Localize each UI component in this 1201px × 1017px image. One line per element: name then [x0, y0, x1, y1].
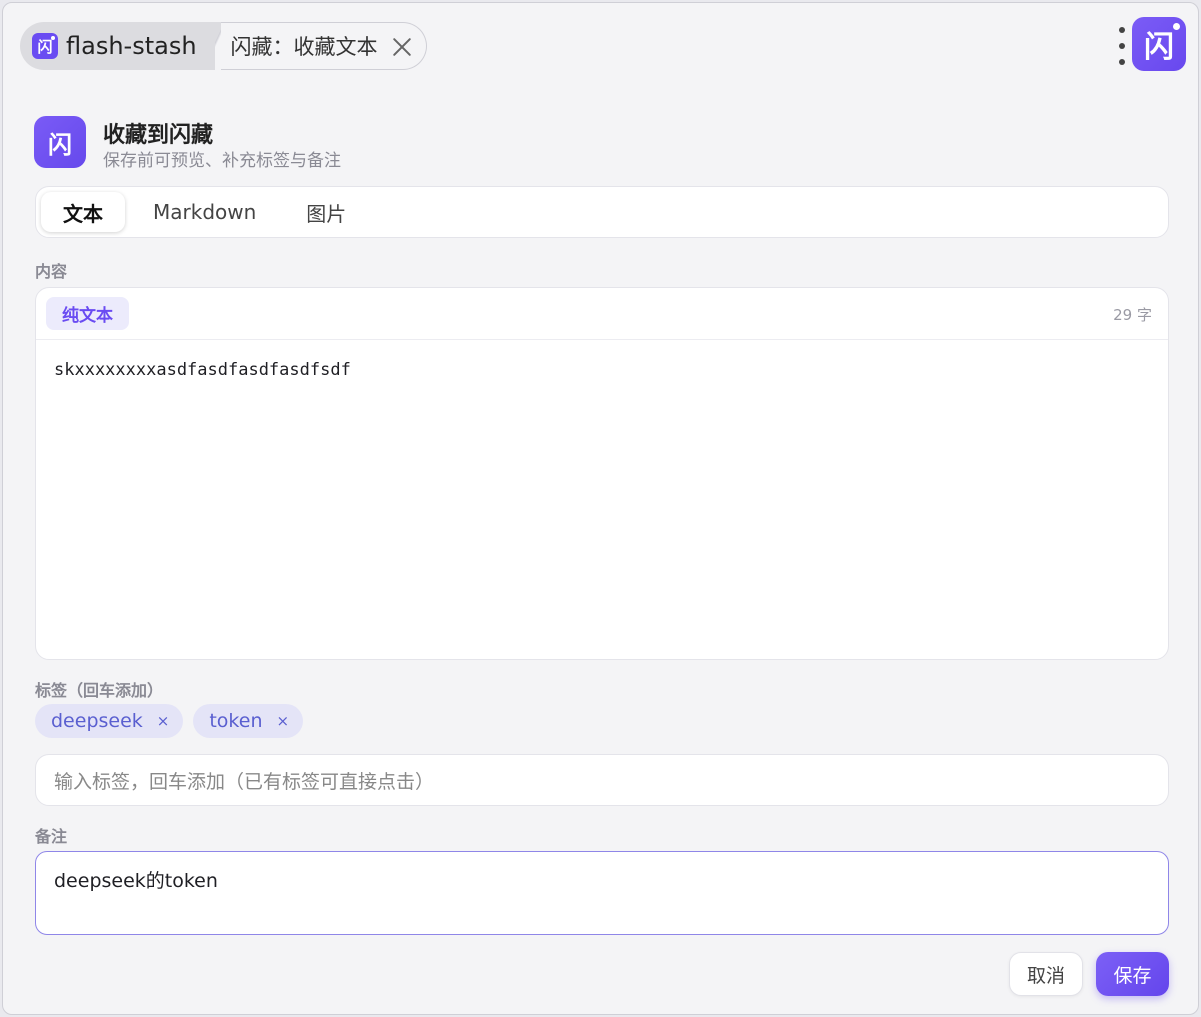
content-text[interactable]: skxxxxxxxxasdfasdfasdfasdfsdf	[54, 360, 351, 380]
tab-markdown[interactable]: Markdown	[131, 192, 278, 232]
content-label: 内容	[35, 262, 68, 281]
content-preview-card: 纯文本 29 字 skxxxxxxxxasdfasdfasdfasdfsdf	[35, 287, 1169, 660]
page-subtitle: 保存前可预览、补充标签与备注	[103, 151, 341, 171]
remove-tag-icon[interactable]: ×	[157, 712, 170, 730]
page-tab-label: 闪藏：收藏文本	[230, 35, 378, 59]
tag-chip[interactable]: token ×	[193, 704, 304, 738]
tags-label: 标签（回车添加）	[35, 681, 164, 700]
tag-label: token	[209, 710, 263, 732]
tag-label: deepseek	[51, 710, 143, 732]
app-badge-icon[interactable]: 闪	[1132, 17, 1186, 71]
more-vertical-icon[interactable]	[1116, 27, 1128, 65]
tag-chip[interactable]: deepseek ×	[35, 704, 184, 738]
char-count: 29 字	[1113, 306, 1152, 324]
tab-text[interactable]: 文本	[41, 192, 125, 232]
header-logo-icon: 闪	[34, 116, 86, 168]
app-name: flash-stash	[66, 32, 197, 60]
close-icon[interactable]	[392, 36, 412, 56]
content-card-header: 纯文本 29 字	[36, 288, 1168, 340]
tab-strip: 闪 flash-stash 闪藏：收藏文本	[20, 21, 427, 72]
title-bar: 闪 flash-stash 闪藏：收藏文本 闪	[3, 3, 1198, 93]
app-badge-glyph: 闪	[1144, 30, 1174, 65]
tab-image[interactable]: 图片	[284, 192, 368, 232]
cancel-button[interactable]: 取消	[1009, 952, 1083, 996]
page-tab[interactable]: 闪藏：收藏文本	[206, 22, 427, 72]
page-title: 收藏到闪藏	[103, 123, 214, 148]
app-logo-icon: 闪	[32, 33, 58, 59]
note-textarea[interactable]: deepseek的token	[35, 851, 1169, 935]
app-tab[interactable]: 闪 flash-stash	[20, 22, 215, 70]
tag-list: deepseek × token ×	[35, 704, 304, 738]
note-label: 备注	[35, 827, 68, 846]
tag-input[interactable]: 输入标签，回车添加（已有标签可直接点击）	[35, 754, 1169, 806]
save-button[interactable]: 保存	[1096, 952, 1169, 996]
content-type-tabs: 文本 Markdown 图片	[35, 186, 1169, 238]
header-logo-glyph: 闪	[48, 130, 72, 159]
format-badge: 纯文本	[46, 297, 129, 330]
app-window: 闪 flash-stash 闪藏：收藏文本 闪 闪 收藏到闪藏 保存前可预览、补…	[2, 2, 1199, 1015]
remove-tag-icon[interactable]: ×	[277, 712, 290, 730]
